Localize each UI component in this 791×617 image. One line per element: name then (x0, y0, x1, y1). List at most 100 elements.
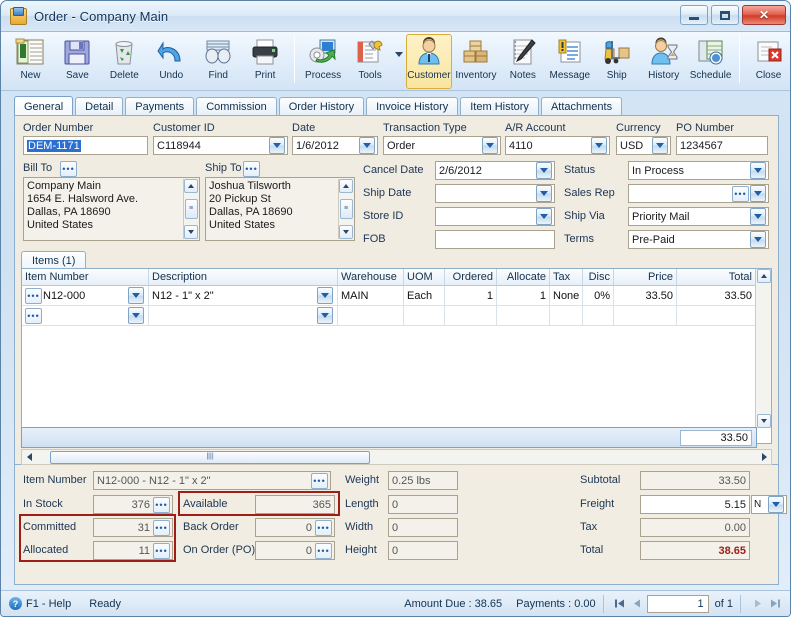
ship-to-lookup-button[interactable]: ••• (243, 161, 260, 177)
chevron-down-icon[interactable] (591, 137, 607, 154)
items-grid-horizontal-scrollbar[interactable]: |||| (21, 449, 772, 465)
scroll-down-icon[interactable] (184, 225, 198, 239)
date-combo[interactable]: 1/6/2012 (292, 136, 378, 155)
scroll-thumb[interactable]: |||| (50, 450, 370, 464)
toolbar-button-delete[interactable]: Delete (101, 34, 148, 89)
close-button[interactable]: ✕ (742, 5, 786, 25)
weight-field[interactable]: 0.25 lbs (388, 471, 458, 490)
chevron-down-icon[interactable] (750, 185, 766, 202)
record-page-input[interactable]: 1 (646, 594, 709, 613)
toolbar-button-save[interactable]: Save (54, 34, 101, 89)
on-order-lookup-button[interactable]: ••• (315, 542, 332, 559)
toolbar-button-ship[interactable]: Ship (593, 34, 640, 89)
bill-to-address[interactable]: Company Main 1654 E. Halsword Ave. Dalla… (23, 177, 200, 241)
chevron-down-icon[interactable] (359, 137, 375, 154)
minimize-button[interactable] (680, 5, 708, 25)
column-header-price[interactable]: Price (614, 269, 677, 285)
previous-record-icon[interactable] (629, 595, 647, 613)
po-number-input[interactable]: 1234567 (676, 136, 768, 155)
chevron-down-icon[interactable] (269, 137, 285, 154)
toolbar-button-print[interactable]: Print (242, 34, 289, 89)
ship-to-scrollbar[interactable]: ≡ (338, 179, 353, 239)
last-record-icon[interactable] (766, 595, 784, 613)
table-row[interactable]: ••• (22, 306, 771, 326)
tab-invoice-history[interactable]: Invoice History (366, 97, 459, 116)
chevron-down-icon[interactable] (128, 287, 144, 304)
toolbar-button-undo[interactable]: Undo (148, 34, 195, 89)
chevron-down-icon[interactable] (317, 287, 333, 304)
customer-id-combo[interactable]: C118944 (153, 136, 288, 155)
ship-date-combo[interactable] (435, 184, 555, 203)
column-header-warehouse[interactable]: Warehouse (338, 269, 404, 285)
toolbar-button-schedule[interactable]: Schedule (687, 34, 734, 89)
scroll-thumb[interactable]: ≡ (339, 199, 353, 219)
toolbar-button-customer[interactable]: Customer (405, 34, 453, 89)
items-grid[interactable]: Item Number Description Warehouse UOM Or… (21, 268, 772, 444)
status-combo[interactable]: In Process (628, 161, 769, 180)
height-field[interactable]: 0 (388, 541, 458, 560)
sales-rep-lookup-button[interactable]: ••• (732, 185, 749, 202)
detail-item-lookup-button[interactable]: ••• (311, 472, 328, 489)
column-header-disc[interactable]: Disc (583, 269, 614, 285)
scroll-up-icon[interactable] (184, 179, 198, 193)
chevron-down-icon[interactable] (750, 162, 766, 179)
scroll-up-icon[interactable] (339, 179, 353, 193)
toolbar-button-close[interactable]: Close (745, 34, 790, 89)
toolbar-button-new[interactable]: New (7, 34, 54, 89)
toolbar-button-notes[interactable]: Notes (499, 34, 546, 89)
tab-payments[interactable]: Payments (125, 97, 195, 116)
tab-order-history[interactable]: Order History (278, 97, 365, 116)
toolbar-button-message[interactable]: Message (546, 34, 593, 89)
bill-to-scrollbar[interactable]: ≡ (183, 179, 198, 239)
chevron-down-icon[interactable] (652, 137, 668, 154)
freight-field[interactable]: 5.15 (640, 495, 750, 514)
toolbar-button-find[interactable]: Find (195, 34, 242, 89)
scroll-right-icon[interactable] (757, 450, 771, 464)
back-order-lookup-button[interactable]: ••• (315, 519, 332, 536)
toolbar-button-tools[interactable]: Tools (347, 34, 394, 89)
chevron-down-icon[interactable] (536, 162, 552, 179)
chevron-down-icon[interactable] (482, 137, 498, 154)
toolbar-button-process[interactable]: Process (300, 34, 347, 89)
column-header-total[interactable]: Total (677, 269, 756, 285)
column-header-description[interactable]: Description (149, 269, 338, 285)
column-header-allocate[interactable]: Allocate (497, 269, 550, 285)
column-header-item-number[interactable]: Item Number (22, 269, 149, 285)
tab-general[interactable]: General (14, 96, 74, 116)
cancel-date-combo[interactable]: 2/6/2012 (435, 161, 555, 180)
terms-combo[interactable]: Pre-Paid (628, 230, 769, 249)
in-stock-lookup-button[interactable]: ••• (153, 496, 170, 513)
chevron-down-icon[interactable] (768, 496, 784, 513)
freight-code-combo[interactable]: N (751, 495, 787, 514)
chevron-down-icon[interactable] (128, 307, 144, 324)
ar-account-combo[interactable]: 4110 (505, 136, 610, 155)
width-field[interactable]: 0 (388, 518, 458, 537)
bill-to-lookup-button[interactable]: ••• (60, 161, 77, 177)
length-field[interactable]: 0 (388, 495, 458, 514)
scroll-down-icon[interactable] (339, 225, 353, 239)
row-item-lookup-button[interactable]: ••• (25, 287, 42, 304)
on-order-field[interactable]: 0 ••• (255, 541, 335, 560)
help-item[interactable]: ? F1 - Help (9, 597, 71, 610)
fob-input[interactable] (435, 230, 555, 249)
scroll-left-icon[interactable] (22, 450, 36, 464)
toolbar-button-history[interactable]: History (640, 34, 687, 89)
store-id-combo[interactable] (435, 207, 555, 226)
chevron-down-icon[interactable] (536, 185, 552, 202)
row-item-lookup-button[interactable]: ••• (25, 307, 42, 324)
toolbar-button-inventory[interactable]: Inventory (452, 34, 499, 89)
in-stock-field[interactable]: 376 ••• (93, 495, 173, 514)
column-header-ordered[interactable]: Ordered (445, 269, 497, 285)
first-record-icon[interactable] (611, 595, 629, 613)
chevron-down-icon[interactable] (750, 208, 766, 225)
transaction-type-combo[interactable]: Order (383, 136, 501, 155)
column-header-tax[interactable]: Tax (550, 269, 583, 285)
tab-item-history[interactable]: Item History (460, 97, 539, 116)
tab-commission[interactable]: Commission (196, 97, 277, 116)
back-order-field[interactable]: 0 ••• (255, 518, 335, 537)
chevron-down-icon[interactable] (317, 307, 333, 324)
items-grid-vertical-scrollbar[interactable] (755, 269, 771, 428)
column-header-uom[interactable]: UOM (404, 269, 445, 285)
ship-via-combo[interactable]: Priority Mail (628, 207, 769, 226)
scroll-thumb[interactable]: ≡ (184, 199, 198, 219)
